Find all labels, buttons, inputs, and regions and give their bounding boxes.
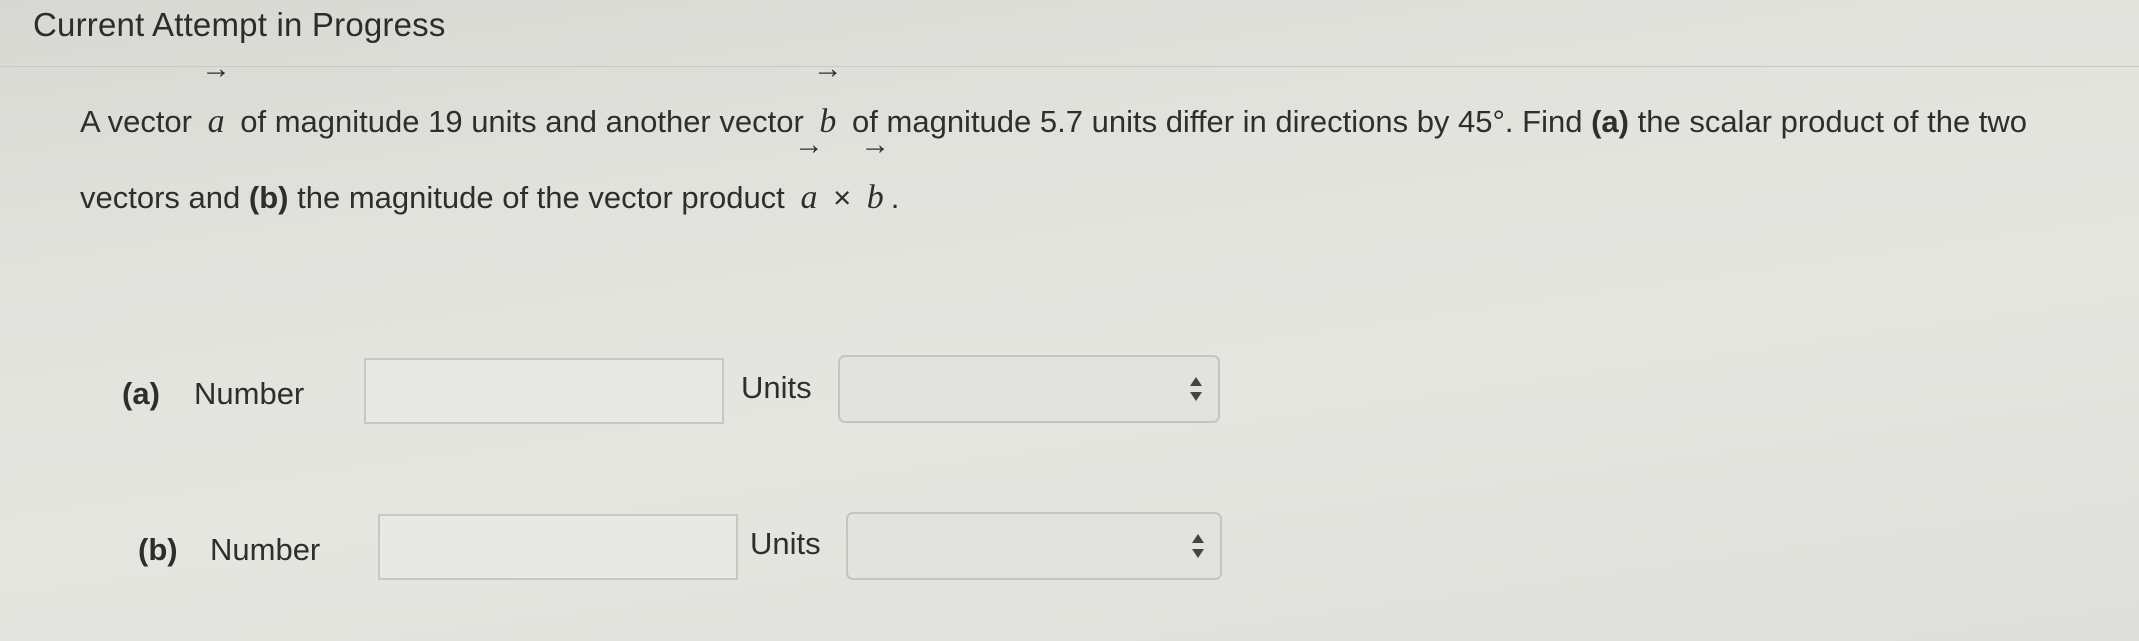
- header-bar: Current Attempt in Progress: [0, 0, 2139, 67]
- cross-product-symbol: ×: [833, 180, 852, 215]
- number-input-b[interactable]: [378, 514, 738, 580]
- question-text-part: A vector: [80, 104, 192, 139]
- number-label-b: Number: [210, 532, 321, 567]
- vector-a-symbol: a: [205, 84, 228, 160]
- units-select-a[interactable]: [838, 355, 1220, 423]
- number-input-a[interactable]: [364, 358, 724, 424]
- page-title: Current Attempt in Progress: [33, 6, 446, 43]
- part-b-marker: (b): [248, 180, 289, 215]
- units-label-b: Units: [750, 526, 821, 561]
- vector-a-symbol: a: [797, 160, 820, 236]
- question-text-part: of magnitude 19 units and another vector: [240, 104, 804, 139]
- answer-row-a: (a) Number Units: [0, 355, 2139, 430]
- question-text-part: the magnitude of the vector product: [297, 180, 785, 215]
- part-label-a: (a): [122, 376, 160, 411]
- vector-b-symbol: b: [864, 160, 887, 236]
- part-label-b: (b): [138, 532, 178, 567]
- units-select-b[interactable]: [846, 512, 1222, 580]
- up-down-arrows-icon: [1190, 377, 1202, 401]
- question-text: A vector a of magnitude 19 units and ano…: [80, 84, 2120, 236]
- question-end-period: .: [890, 180, 900, 215]
- answer-row-b: (b) Number Units: [0, 512, 2139, 586]
- number-label-a: Number: [194, 376, 305, 411]
- up-down-arrows-icon: [1192, 534, 1204, 558]
- part-a-marker: (a): [1591, 104, 1629, 139]
- units-label-a: Units: [741, 370, 812, 405]
- question-text-part: of magnitude 5.7 units differ in directi…: [852, 104, 1583, 139]
